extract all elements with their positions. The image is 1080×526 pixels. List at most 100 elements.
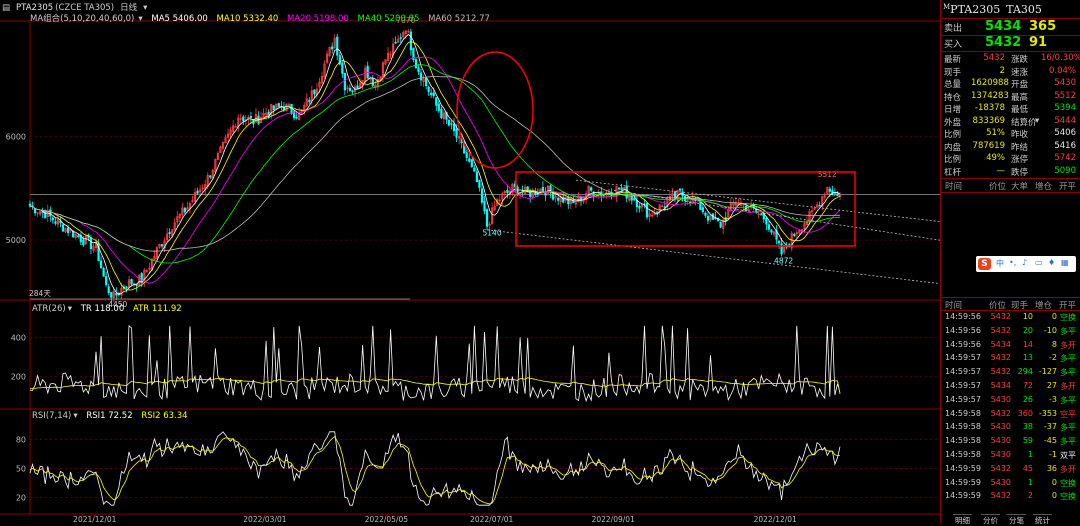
quote-value: 5394 — [1054, 103, 1076, 113]
candle-body — [701, 207, 704, 213]
atr-tr-value: TR 118.00 — [80, 304, 125, 314]
sell-price[interactable]: 5434 — [985, 19, 1021, 34]
tick-nature: 多平 — [1060, 395, 1076, 405]
tick-time: 14:59:58 — [945, 408, 981, 418]
y-tick-label: 200 — [11, 373, 26, 382]
candle-body — [562, 196, 565, 203]
tick-time: 14:59:56 — [945, 325, 981, 335]
column-header[interactable]: 开平 — [1059, 180, 1076, 192]
candle-body — [567, 197, 570, 205]
quote-label: 日增 — [944, 105, 962, 115]
tick-oi-change: -1 — [1049, 450, 1057, 459]
candle-body — [295, 116, 298, 119]
tick-volume: 72 — [1022, 381, 1033, 390]
tick-row[interactable]: 14:59:59 5432 45 36 多开 — [941, 464, 1078, 477]
settlement-dropdown-icon[interactable]: ▾ — [1035, 116, 1039, 126]
sogou-ime-toolbar[interactable]: S 中 •, ♪ ▭ ♦ ▦ — [976, 256, 1076, 272]
menu-icon[interactable]: ▤ — [2, 3, 10, 13]
column-header[interactable]: 增仓 — [1035, 180, 1052, 192]
tick-row[interactable]: 14:59:58 5430 38 -37 多平 — [941, 422, 1078, 435]
buy-price[interactable]: 5432 — [985, 35, 1021, 50]
tick-price: 5430 — [990, 394, 1011, 404]
tick-row[interactable]: 14:59:58 5430 1 -1 双平 — [941, 450, 1078, 463]
quote-value: 5444 — [1054, 115, 1076, 126]
atr-title[interactable]: ATR(26) — [32, 304, 66, 314]
quote-row: 总量 1620988 开盘 5430 — [941, 78, 1078, 91]
tick-row[interactable]: 14:59:59 5430 1 0 空换 — [941, 478, 1078, 491]
atr-atr-value: ATR 111.92 — [132, 304, 182, 314]
candle-body — [432, 92, 435, 97]
candle-body — [617, 187, 621, 190]
tick-row[interactable]: 14:59:58 5430 59 -45 多平 — [941, 436, 1078, 449]
candle-body — [465, 152, 468, 158]
quote-row: 比例 49% 涨停 5742 — [941, 153, 1078, 166]
ma40-line — [29, 64, 841, 264]
quote-label: 涨停 — [1011, 155, 1029, 165]
ime-punctuation-icon[interactable]: •, — [1009, 258, 1016, 267]
tab-statistics[interactable]: 统计 — [1033, 514, 1052, 526]
column-header[interactable]: 时间 — [945, 180, 962, 192]
tick-volume: 294 — [1017, 367, 1033, 377]
candle-body — [61, 224, 65, 232]
quote-label: 开盘 — [1011, 80, 1029, 90]
panel-exchange-code: TA305 — [1006, 3, 1042, 16]
chart-svg[interactable]: 6000500040020080502070704450514055124872… — [0, 0, 940, 524]
tab-trades[interactable]: 分笔 — [1007, 514, 1026, 526]
ime-menu-icon[interactable]: ▦ — [1061, 258, 1069, 267]
candle-body — [89, 237, 93, 249]
tick-row[interactable]: 14:59:56 5432 10 0 空换 — [941, 312, 1078, 325]
ime-chinese-icon[interactable]: 中 — [996, 258, 1004, 269]
tick-row[interactable]: 14:59:56 5432 20 -10 多平 — [941, 326, 1078, 339]
quote-row: 最新 5432 涨跌 16/0.30% — [941, 53, 1080, 66]
quote-value: — — [996, 165, 1006, 176]
quote-label: 持仓 — [944, 92, 962, 103]
candle-body — [336, 36, 339, 56]
orderbook-buy-row[interactable]: 买入 5432 91 — [941, 35, 1076, 52]
tick-row[interactable]: 14:59:56 5434 14 8 多开 — [941, 340, 1078, 353]
quote-panel: MPTA2305 TA305 卖出 5434 365 买入 5432 91 最新 5… — [940, 0, 1080, 526]
tick-row[interactable]: 14:59:57 5434 72 27 多开 — [941, 381, 1078, 394]
tick-row[interactable]: 14:59:59 5432 2 0 空换 — [941, 491, 1078, 504]
chart-area[interactable]: 6000 5000 400 200 80 50 20 7070 4450 5140 5512 4872… — [0, 0, 940, 524]
candle-body — [473, 167, 476, 172]
tick-nature: 多平 — [1060, 437, 1076, 447]
y-tick-label: 400 — [11, 334, 26, 343]
ma10-value: MA10 5332.40 — [216, 14, 279, 24]
orderbook-sell-row[interactable]: 卖出 5434 365 — [941, 19, 1076, 36]
tab-price-distribution[interactable]: 分价 — [981, 514, 1000, 526]
tick-row[interactable]: 14:59:58 5432 360 -353 空平 — [941, 409, 1078, 422]
tick-row[interactable]: 14:59:57 5432 13 -2 多平 — [941, 353, 1078, 366]
recent-low-label: 4872 — [774, 256, 793, 265]
tick-volume: 10 — [1022, 312, 1033, 321]
candle-body — [54, 221, 57, 224]
candle-body — [770, 229, 773, 233]
rsi-dropdown-icon[interactable]: ▾ — [73, 411, 77, 421]
ime-skin-icon[interactable]: ♦ — [1048, 258, 1055, 267]
tab-detail[interactable]: 明细 — [953, 514, 972, 526]
tick-nature: 多开 — [1060, 464, 1076, 474]
quote-value: 51% — [986, 128, 1005, 138]
ma-dropdown-icon[interactable]: ▾ — [138, 14, 142, 24]
tick-nature: 多开 — [1060, 382, 1076, 391]
atr-dropdown-icon[interactable]: ▾ — [68, 304, 72, 314]
candle-body — [485, 209, 489, 227]
ime-keyboard-icon[interactable]: ▭ — [1035, 258, 1043, 267]
candle-body — [793, 233, 796, 236]
candle-body — [706, 215, 710, 221]
tick-row[interactable]: 14:59:57 5430 26 -3 多平 — [941, 395, 1078, 408]
column-header[interactable]: 大单 — [1011, 180, 1028, 192]
ma-title[interactable]: MA组合(5,10,20,40,60,0) — [30, 14, 134, 24]
sogou-logo-icon[interactable]: S — [978, 258, 991, 270]
tick-price: 5432 — [990, 312, 1011, 321]
candle-body — [678, 188, 682, 191]
rsi-title[interactable]: RSI(7,14) — [32, 411, 71, 421]
ime-voice-icon[interactable]: ♪ — [1022, 258, 1027, 267]
sell-label: 卖出 — [944, 24, 963, 34]
column-header[interactable]: 价位 — [989, 180, 1006, 192]
tick-volume: 20 — [1022, 325, 1033, 335]
candle-body — [430, 92, 433, 96]
tick-time: 14:59:58 — [945, 436, 981, 446]
tick-row[interactable]: 14:59:57 5432 294 -127 多平 — [941, 367, 1078, 380]
tick-nature: 空换 — [1060, 313, 1076, 322]
quote-value: 833369 — [972, 115, 1005, 126]
